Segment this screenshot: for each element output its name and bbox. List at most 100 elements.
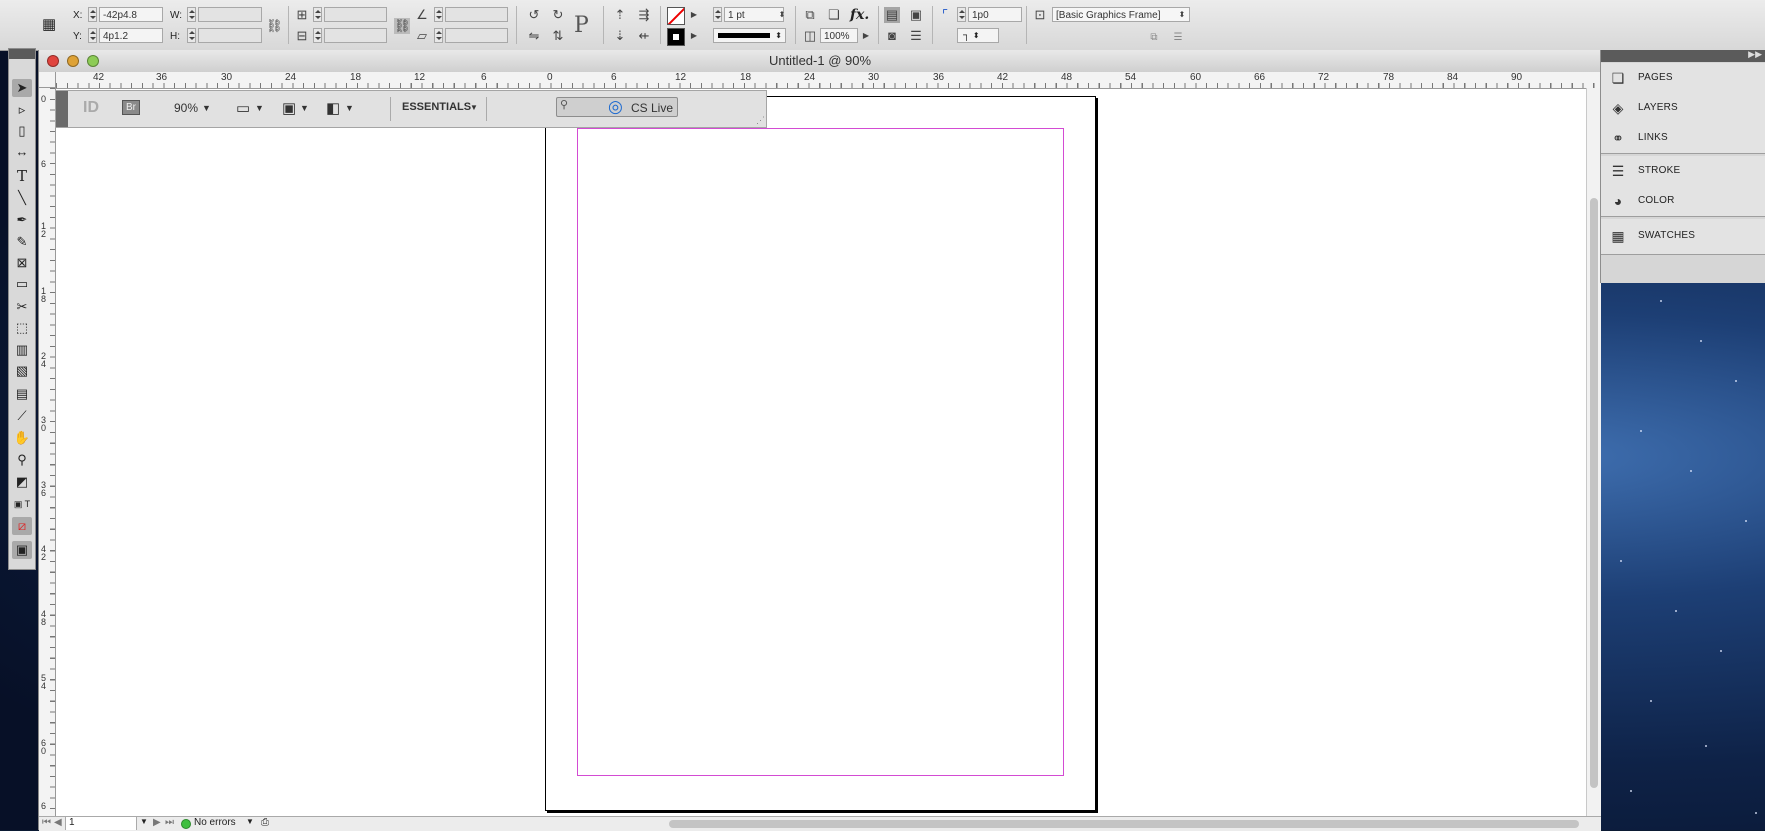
w-stepper[interactable]: [187, 7, 196, 22]
collapse-panels-icon[interactable]: ▶▶: [1748, 49, 1762, 60]
stroke-weight-stepper[interactable]: [713, 7, 722, 22]
scale-y-field[interactable]: [324, 28, 387, 43]
next-page-icon[interactable]: ▶: [153, 817, 161, 828]
corner-size-field[interactable]: 1p0: [968, 7, 1022, 22]
preflight-dropdown-icon[interactable]: ▼: [246, 817, 254, 826]
cs-live-icon[interactable]: ◎: [608, 97, 623, 117]
zoom-dropdown-icon[interactable]: ▼: [202, 103, 211, 113]
zoom-level-dropdown[interactable]: 90%: [174, 101, 198, 115]
horizontal-scroll-thumb[interactable]: [669, 820, 1579, 828]
workspace-dropdown-icon[interactable]: ▼: [470, 103, 478, 112]
panel-item-pages[interactable]: ❏ PAGES: [1601, 63, 1765, 93]
resize-grip-icon[interactable]: ⋰: [756, 115, 765, 126]
previous-page-icon[interactable]: ◀: [54, 817, 62, 828]
flip-horizontal-icon[interactable]: ⇋: [526, 28, 542, 44]
rotate-ccw-icon[interactable]: ↺: [526, 7, 542, 23]
constrain-proportions-icon[interactable]: ⛓: [266, 18, 283, 34]
select-previous-icon[interactable]: ⇷: [636, 28, 652, 44]
cs-live-button[interactable]: CS Live: [631, 101, 673, 115]
select-content-icon[interactable]: ⇣: [612, 28, 628, 44]
screen-mode-icon[interactable]: ▣: [282, 99, 296, 117]
last-page-icon[interactable]: ⏭: [165, 817, 174, 828]
object-style-dropdown[interactable]: [Basic Graphics Frame]: [1052, 7, 1190, 22]
text-wrap-bounding-icon[interactable]: ▣: [908, 7, 924, 23]
arrange-documents-icon[interactable]: ◧: [326, 99, 340, 117]
text-wrap-none-icon[interactable]: ▤: [884, 7, 900, 23]
app-bar-grip[interactable]: [56, 91, 68, 127]
free-transform-tool-icon[interactable]: ⬚: [12, 319, 32, 337]
zoom-tool-icon[interactable]: ⚲: [12, 451, 32, 469]
effects-fx-icon[interactable]: fx.: [850, 7, 869, 23]
panel-item-layers[interactable]: ◈ LAYERS: [1601, 93, 1765, 123]
page-dropdown-icon[interactable]: ▼: [140, 817, 148, 826]
vertical-ruler[interactable]: [39, 88, 56, 816]
panel-item-swatches[interactable]: ▦ SWATCHES: [1601, 221, 1765, 251]
stroke-styles-icon[interactable]: ⧉: [802, 7, 818, 23]
panel-menu-icon[interactable]: ☰: [1170, 30, 1186, 46]
stroke-weight-dropdown-icon[interactable]: ⬍: [774, 7, 790, 23]
view-options-icon[interactable]: ▭: [236, 99, 250, 117]
page-number-field[interactable]: 1: [65, 817, 137, 830]
corner-shape-dropdown[interactable]: ┐ ⬍: [957, 28, 999, 43]
tools-panel-header[interactable]: [9, 49, 35, 59]
rotate-stepper[interactable]: [434, 7, 443, 22]
select-container-icon[interactable]: ⇡: [612, 7, 628, 23]
y-field[interactable]: 4p1.2: [99, 28, 163, 43]
note-tool-icon[interactable]: ▤: [12, 385, 32, 403]
vertical-scrollbar[interactable]: [1586, 88, 1601, 816]
panel-dock-header[interactable]: ▶▶: [1601, 49, 1765, 62]
text-wrap-shape-icon[interactable]: ◙: [884, 28, 900, 44]
opacity-field[interactable]: 100%: [820, 28, 858, 43]
workspace-switcher[interactable]: ESSENTIALS: [402, 101, 471, 113]
shear-field[interactable]: [445, 28, 508, 43]
open-preflight-icon[interactable]: ⎙: [261, 817, 269, 828]
screen-mode-tool-icon[interactable]: ▣: [12, 541, 32, 559]
vertical-scroll-thumb[interactable]: [1590, 198, 1598, 788]
pencil-tool-icon[interactable]: ✎: [12, 233, 32, 251]
formatting-container-icon[interactable]: ▣ T: [12, 495, 32, 513]
bridge-button[interactable]: Br: [122, 100, 140, 115]
scale-x-field[interactable]: [324, 7, 387, 22]
direct-selection-tool-icon[interactable]: ▹: [12, 101, 32, 119]
gap-tool-icon[interactable]: ↔: [12, 143, 32, 161]
select-next-icon[interactable]: ⇶: [636, 7, 652, 23]
x-field[interactable]: -42p4.8: [99, 7, 163, 22]
y-stepper[interactable]: [88, 28, 97, 43]
corner-size-stepper[interactable]: [957, 7, 966, 22]
view-options-dropdown-icon[interactable]: ▼: [255, 103, 264, 113]
page-tool-icon[interactable]: ▯: [12, 122, 32, 140]
stroke-menu-arrow-icon[interactable]: ▶: [686, 28, 702, 44]
type-tool-icon[interactable]: T: [12, 167, 32, 185]
apply-none-icon[interactable]: ⧄: [12, 517, 32, 535]
scale-y-stepper[interactable]: [313, 28, 322, 43]
w-field[interactable]: [198, 7, 262, 22]
panel-item-links[interactable]: ⚭ LINKS: [1601, 123, 1765, 153]
constrain-scale-icon[interactable]: ⛓: [394, 18, 411, 34]
fill-swatch[interactable]: [667, 7, 685, 25]
arrange-documents-dropdown-icon[interactable]: ▼: [345, 103, 354, 113]
stroke-type-dropdown[interactable]: ⬍: [713, 28, 786, 43]
scale-x-stepper[interactable]: [313, 7, 322, 22]
reference-point-icon[interactable]: ▦: [42, 15, 62, 35]
scissors-tool-icon[interactable]: ✂: [12, 298, 32, 316]
corner-options-icon[interactable]: ⌜: [937, 7, 953, 23]
rectangle-frame-tool-icon[interactable]: ⊠: [12, 254, 32, 272]
panel-item-color[interactable]: ◕ COLOR: [1601, 186, 1765, 216]
preflight-status-text[interactable]: No errors: [194, 817, 236, 828]
stroke-swatch[interactable]: [667, 28, 685, 46]
screen-mode-dropdown-icon[interactable]: ▼: [300, 103, 309, 113]
rotate-field[interactable]: [445, 7, 508, 22]
selection-tool-icon[interactable]: ➤: [12, 79, 32, 97]
rotate-cw-icon[interactable]: ↻: [550, 7, 566, 23]
h-field[interactable]: [198, 28, 262, 43]
line-tool-icon[interactable]: ╲: [12, 189, 32, 207]
text-wrap-jump-icon[interactable]: ☰: [908, 28, 924, 44]
fill-menu-arrow-icon[interactable]: ▶: [686, 7, 702, 23]
ruler-origin[interactable]: [39, 72, 56, 88]
fill-stroke-swatch-icon[interactable]: ◩: [12, 473, 32, 491]
shear-stepper[interactable]: [434, 28, 443, 43]
drop-shadow-icon[interactable]: ❏: [826, 7, 842, 23]
gradient-feather-tool-icon[interactable]: ▧: [12, 362, 32, 380]
clear-overrides-icon[interactable]: ⧉: [1146, 30, 1162, 46]
pen-tool-icon[interactable]: ✒: [12, 211, 32, 229]
